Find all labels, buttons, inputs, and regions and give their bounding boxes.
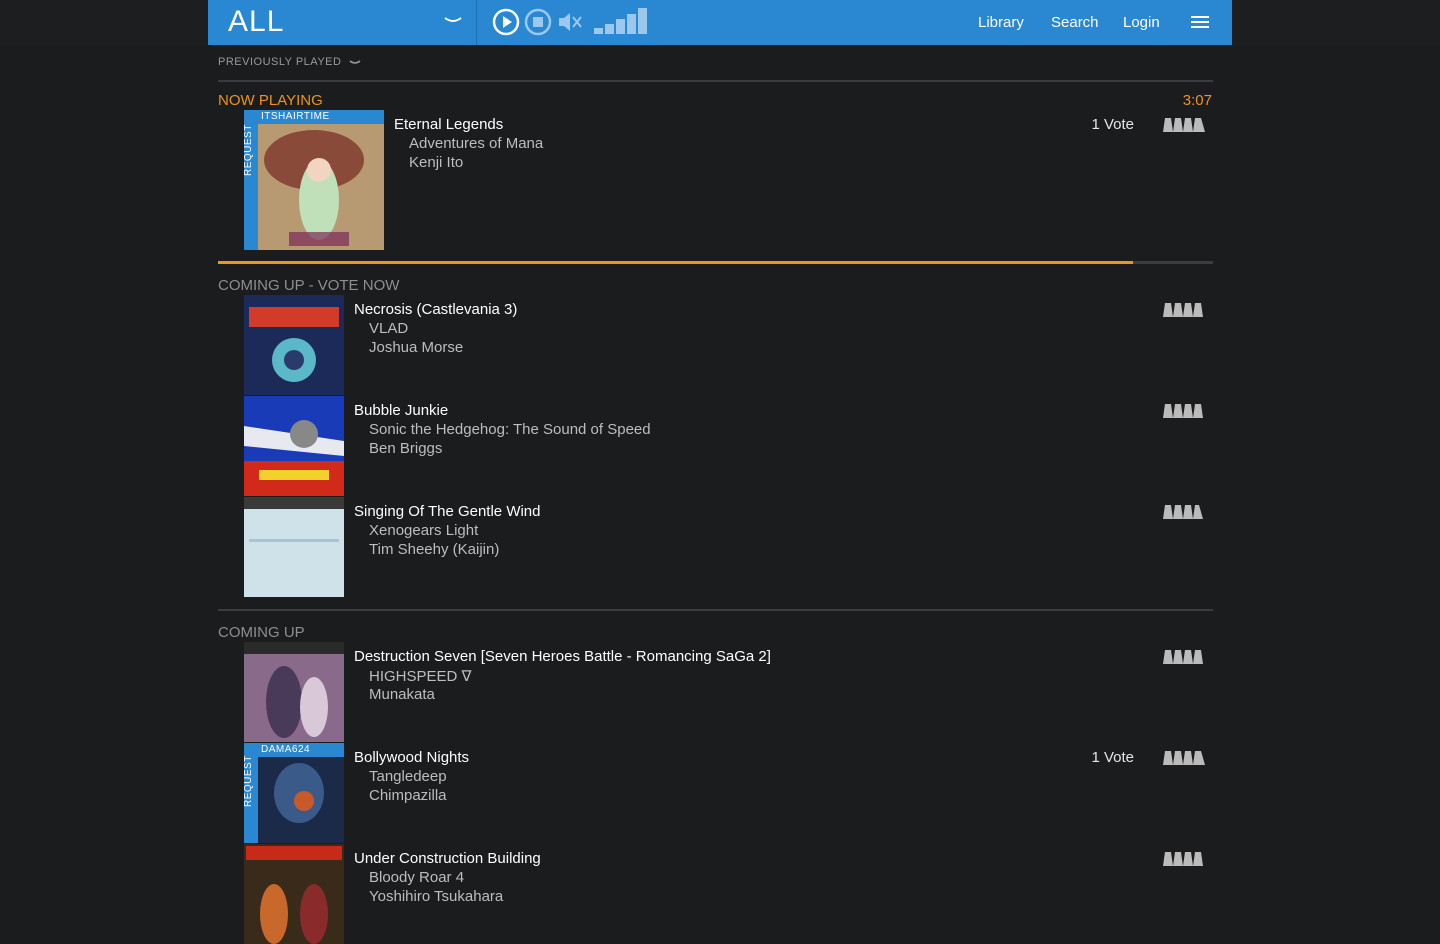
rating-bars-icon[interactable]: [1163, 118, 1205, 132]
album-art: [244, 295, 344, 395]
album-art: [244, 396, 344, 496]
request-strip: REQUEST: [244, 743, 258, 843]
song-row[interactable]: Singing Of The Gentle Wind Xenogears Lig…: [244, 497, 1213, 597]
song-title: Destruction Seven [Seven Heroes Battle -…: [354, 648, 771, 665]
song-album: HIGHSPEED ∇: [369, 668, 472, 685]
nav-login[interactable]: Login: [1123, 14, 1160, 31]
vote-count: 1 Vote: [1091, 749, 1134, 766]
song-title: Necrosis (Castlevania 3): [354, 301, 518, 318]
mute-icon[interactable]: [555, 7, 585, 37]
rating-bars-icon[interactable]: [1163, 505, 1205, 519]
song-row: REQUEST DAMA624 Bollywood Nights Tangled…: [244, 743, 1213, 843]
rating-bars-icon[interactable]: [1163, 303, 1205, 317]
album-art: REQUEST DAMA624: [244, 743, 344, 843]
song-title: Bubble Junkie: [354, 402, 449, 419]
rating-bars-icon[interactable]: [1163, 404, 1205, 418]
song-artist: Ben Briggs: [369, 440, 443, 457]
song-row[interactable]: Necrosis (Castlevania 3) VLAD Joshua Mor…: [244, 295, 1213, 395]
chevron-down-icon: [349, 60, 361, 64]
song-album: Adventures of Mana: [409, 135, 544, 152]
album-art: [244, 642, 344, 742]
top-bar: ALL Library Search Login: [0, 0, 1440, 45]
vote-count: 1 Vote: [1091, 116, 1134, 133]
song-album: VLAD: [369, 320, 409, 337]
previously-played-label: PREVIOUSLY PLAYED: [218, 56, 342, 68]
album-art: [244, 844, 344, 944]
rating-bars-icon[interactable]: [1163, 852, 1205, 866]
song-artist: Yoshihiro Tsukahara: [369, 888, 504, 905]
request-label: REQUEST: [244, 124, 254, 176]
song-artist: Chimpazilla: [369, 787, 447, 804]
song-row: Under Construction Building Bloody Roar …: [244, 844, 1213, 944]
requester-name: DAMA624: [258, 743, 344, 757]
album-art: REQUEST ITSHAIRTIME: [244, 110, 384, 250]
stop-icon[interactable]: [523, 7, 553, 37]
previously-played-toggle[interactable]: PREVIOUSLY PLAYED: [218, 56, 361, 68]
song-title: Under Construction Building: [354, 850, 541, 867]
song-row: Destruction Seven [Seven Heroes Battle -…: [244, 642, 1213, 742]
now-playing-heading: NOW PLAYING: [218, 92, 323, 109]
request-label: REQUEST: [244, 755, 254, 807]
song-artist: Tim Sheehy (Kaijin): [369, 541, 500, 558]
rating-bars-icon[interactable]: [1163, 751, 1205, 765]
volume-level-icon[interactable]: [594, 8, 648, 34]
player-bar: Library Search Login: [477, 0, 1232, 45]
divider: [218, 80, 1213, 82]
song-album: Sonic the Hedgehog: The Sound of Speed: [369, 421, 651, 438]
coming-up-vote-heading: COMING UP - VOTE NOW: [218, 277, 400, 294]
album-art: [244, 497, 344, 597]
hamburger-menu-icon[interactable]: [1191, 14, 1209, 30]
song-row[interactable]: Bubble Junkie Sonic the Hedgehog: The So…: [244, 396, 1213, 496]
song-artist: Munakata: [369, 686, 435, 703]
requester-name: ITSHAIRTIME: [258, 110, 384, 124]
song-progress-bar: [218, 261, 1213, 264]
song-artist: Joshua Morse: [369, 339, 464, 356]
coming-up-heading: COMING UP: [218, 624, 305, 641]
song-album: Tangledeep: [369, 768, 447, 785]
nav-library[interactable]: Library: [978, 14, 1024, 31]
request-strip: REQUEST: [244, 110, 258, 250]
time-remaining: 3:07: [1182, 92, 1212, 109]
song-progress-fill: [218, 261, 1134, 264]
station-selector[interactable]: ALL: [208, 0, 477, 45]
song-artist: Kenji Ito: [409, 154, 464, 171]
divider: [218, 609, 1213, 611]
song-title: Singing Of The Gentle Wind: [354, 503, 541, 520]
now-playing-song: REQUEST ITSHAIRTIME Eternal Legends Adve…: [244, 110, 1213, 250]
song-album: Xenogears Light: [369, 522, 479, 539]
play-icon[interactable]: [491, 7, 521, 37]
nav-search[interactable]: Search: [1051, 14, 1099, 31]
rating-bars-icon[interactable]: [1163, 650, 1205, 664]
song-title: Eternal Legends: [394, 116, 504, 133]
chevron-down-icon: [444, 17, 462, 22]
station-name: ALL: [228, 5, 285, 38]
song-title: Bollywood Nights: [354, 749, 470, 766]
song-album: Bloody Roar 4: [369, 869, 465, 886]
